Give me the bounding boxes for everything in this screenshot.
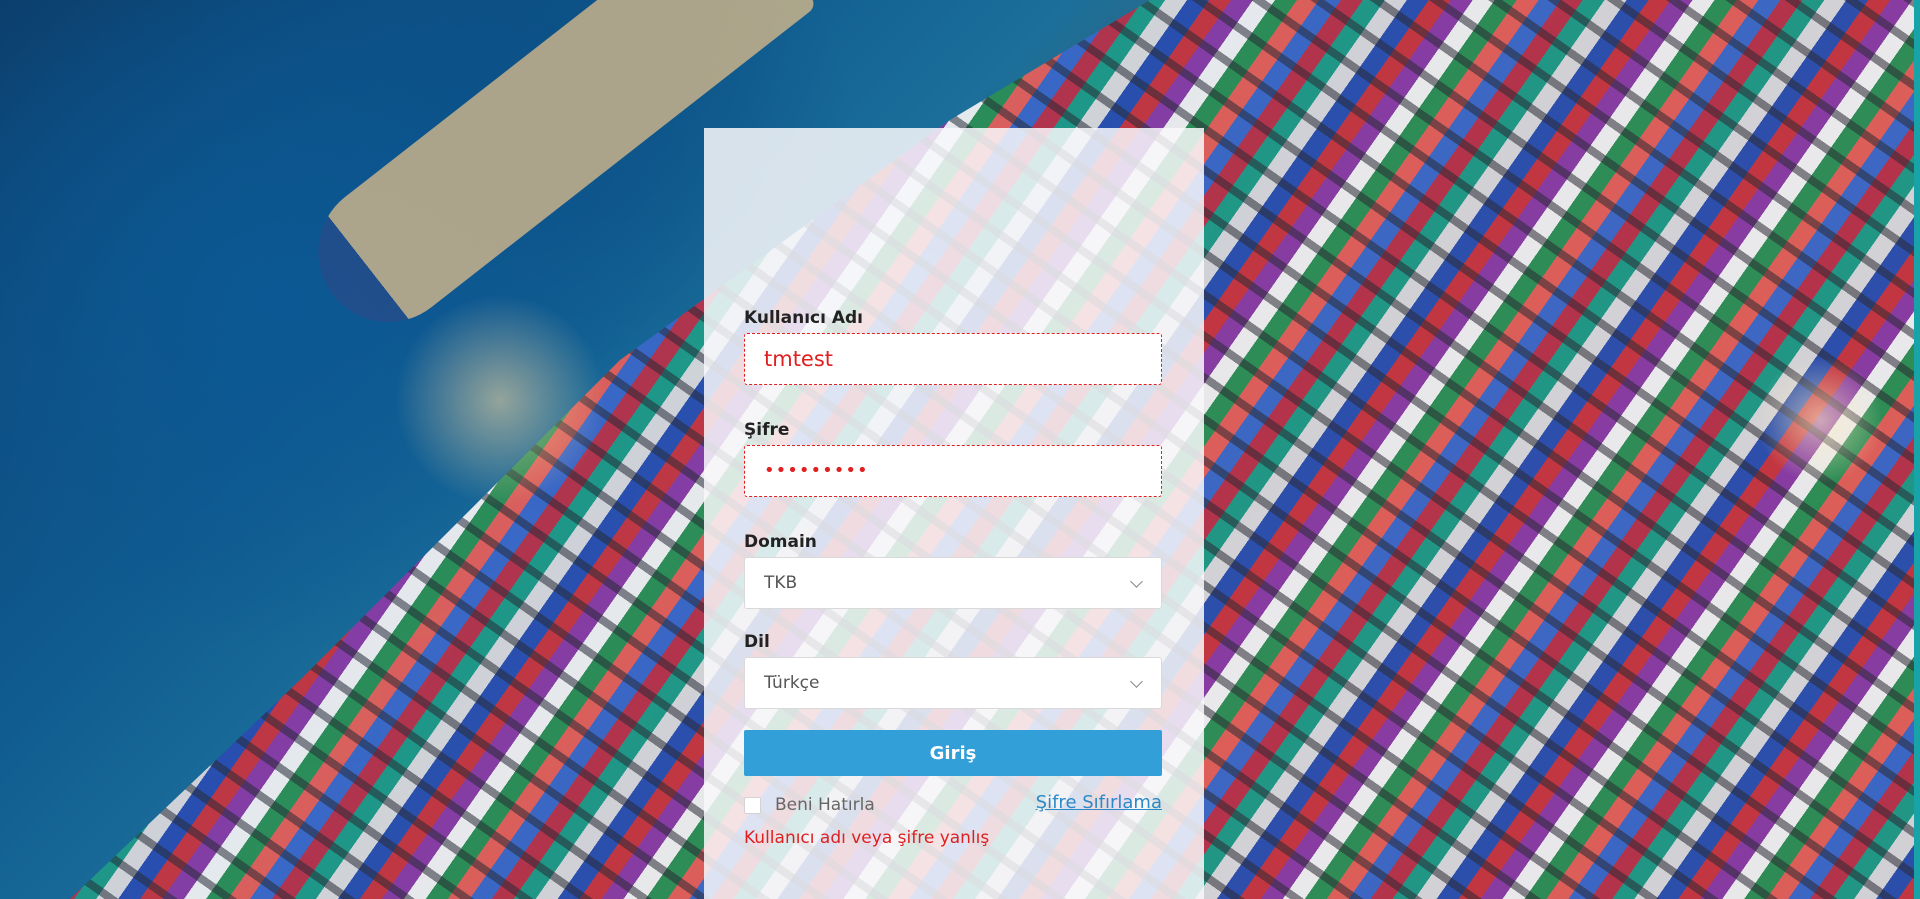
language-select[interactable]: Türkçe bbox=[744, 657, 1162, 709]
language-selected-value: Türkçe bbox=[764, 673, 820, 693]
login-button[interactable]: Giriş bbox=[744, 730, 1162, 776]
domain-selected-value: TKB bbox=[764, 573, 798, 593]
domain-select[interactable]: TKB bbox=[744, 557, 1162, 609]
password-reset-link[interactable]: Şifre Sıfırlama bbox=[1036, 792, 1162, 813]
password-input[interactable]: ••••••••• bbox=[744, 445, 1162, 497]
chevron-down-icon bbox=[1130, 675, 1143, 688]
scrollbar-edge bbox=[1914, 0, 1920, 899]
remember-label: Beni Hatırla bbox=[775, 795, 875, 815]
password-label: Şifre bbox=[744, 420, 790, 440]
username-label: Kullanıcı Adı bbox=[744, 308, 864, 328]
domain-label: Domain bbox=[744, 532, 817, 552]
login-panel: Kullanıcı Adı tmtest Şifre ••••••••• Dom… bbox=[704, 128, 1204, 899]
language-label: Dil bbox=[744, 632, 770, 652]
error-message: Kullanıcı adı veya şifre yanlış bbox=[744, 828, 990, 848]
username-input[interactable]: tmtest bbox=[744, 333, 1162, 385]
remember-me[interactable]: Beni Hatırla bbox=[744, 792, 875, 818]
remember-checkbox[interactable] bbox=[744, 796, 761, 814]
chevron-down-icon bbox=[1130, 575, 1143, 588]
